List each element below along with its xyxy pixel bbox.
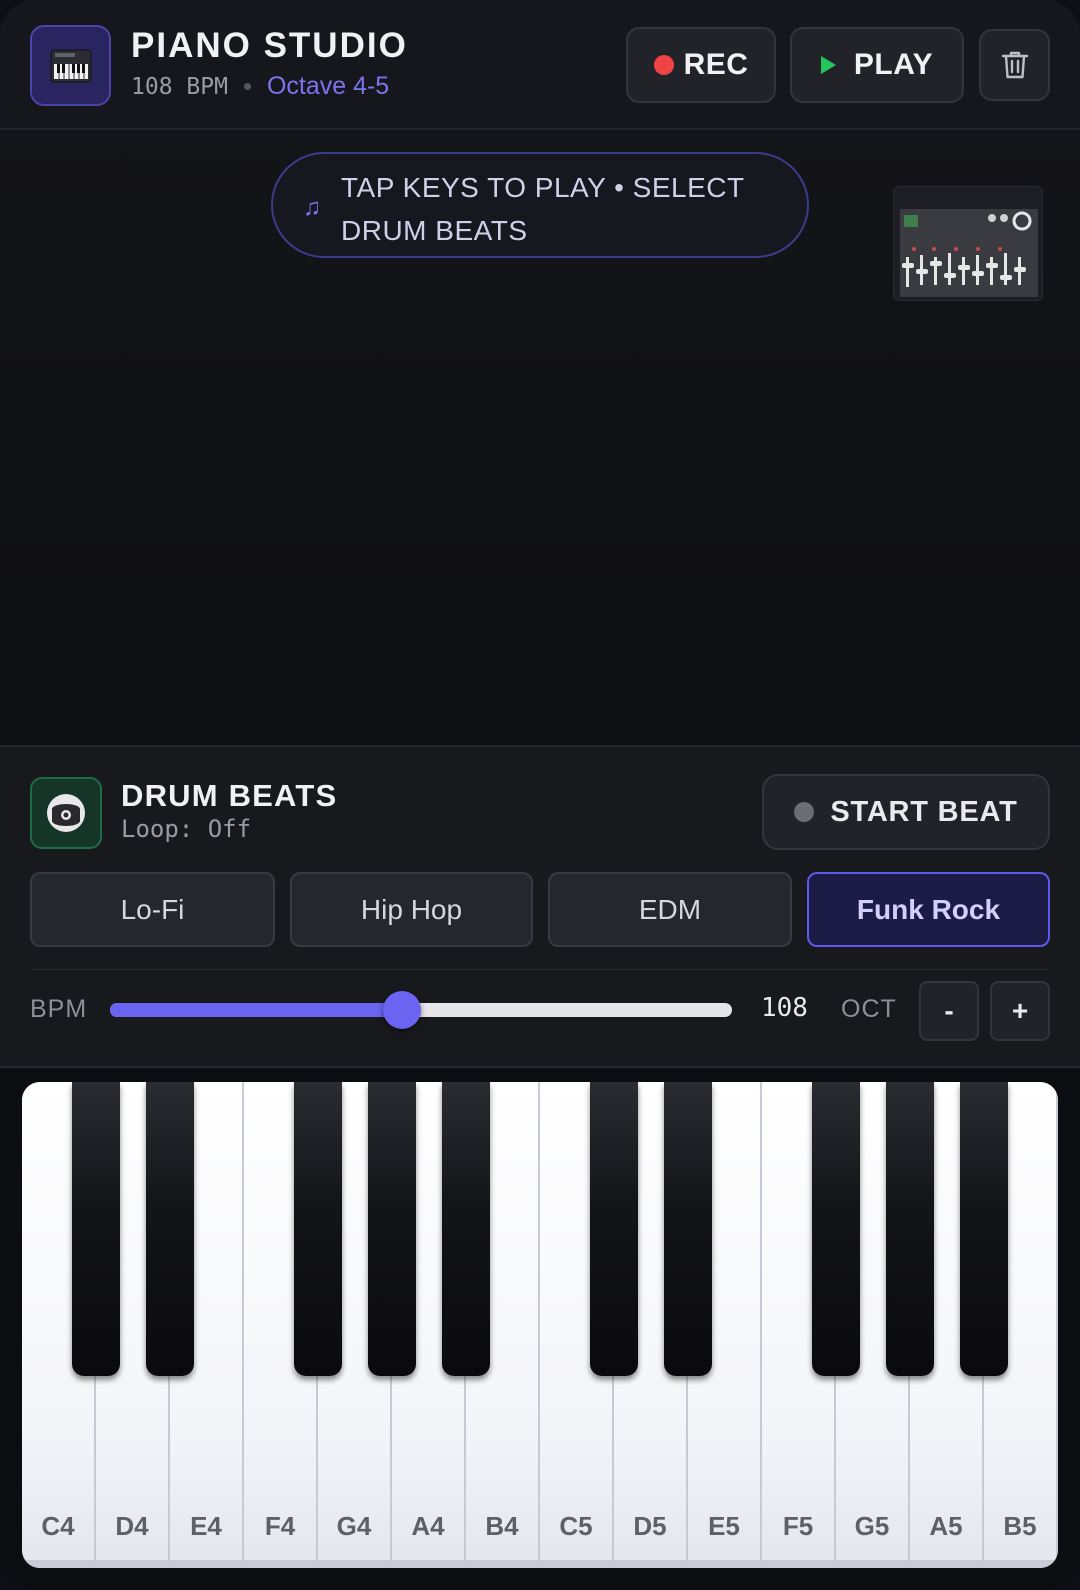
record-dot-icon bbox=[653, 55, 674, 75]
header: PIANO STUDIO 108 BPM Octave 4-5 REC PLAY bbox=[0, 0, 1080, 130]
bpm-slider-handle[interactable] bbox=[383, 991, 422, 1029]
preset-funk-rock[interactable]: Funk Rock bbox=[807, 872, 1050, 947]
black-key-dsharp4[interactable] bbox=[146, 1082, 194, 1376]
piano-app-icon bbox=[30, 25, 111, 106]
start-beat-label: START BEAT bbox=[830, 795, 1018, 828]
separator-dot bbox=[243, 83, 251, 90]
bpm-readout: 108 BPM bbox=[131, 73, 228, 100]
octave-up-button[interactable]: + bbox=[990, 981, 1050, 1041]
hint-pill: ♫ TAP KEYS TO PLAY • SELECT DRUM BEATS bbox=[271, 152, 809, 258]
black-key-fsharp4[interactable] bbox=[294, 1082, 342, 1376]
drum-icon bbox=[30, 777, 102, 849]
keyboard-area: C4 D4 E4 F4 G4 A4 B4 C5 D5 E5 F5 G5 A5 B5 bbox=[0, 1070, 1080, 1590]
black-key-gsharp5[interactable] bbox=[886, 1082, 934, 1376]
key-label: F5 bbox=[782, 1511, 814, 1541]
key-label: A5 bbox=[929, 1511, 963, 1541]
status-dot-icon bbox=[794, 802, 815, 822]
key-label: F4 bbox=[264, 1511, 296, 1541]
key-label: D4 bbox=[115, 1511, 149, 1541]
black-key-gsharp4[interactable] bbox=[368, 1082, 416, 1376]
play-button[interactable]: PLAY bbox=[790, 27, 964, 103]
music-note-icon: ♫ bbox=[303, 194, 321, 221]
divider bbox=[30, 969, 1050, 970]
drum-title: DRUM BEATS bbox=[121, 778, 338, 813]
play-label: PLAY bbox=[853, 48, 934, 81]
trash-icon bbox=[1001, 51, 1028, 79]
bpm-label: BPM bbox=[30, 995, 88, 1023]
bpm-value: 108 bbox=[761, 993, 808, 1023]
loop-status: Loop: Off bbox=[121, 815, 252, 843]
preset-lofi[interactable]: Lo-Fi bbox=[30, 872, 275, 947]
app-title: PIANO STUDIO bbox=[131, 26, 408, 65]
key-label: C4 bbox=[41, 1511, 75, 1541]
black-key-asharp5[interactable] bbox=[960, 1082, 1008, 1376]
black-key-dsharp5[interactable] bbox=[664, 1082, 712, 1376]
black-key-csharp4[interactable] bbox=[72, 1082, 120, 1376]
key-label: A4 bbox=[411, 1511, 445, 1541]
play-icon bbox=[820, 56, 836, 74]
key-label: G5 bbox=[854, 1511, 890, 1541]
octave-readout: Octave 4-5 bbox=[266, 72, 390, 100]
subtitle: 108 BPM Octave 4-5 bbox=[131, 72, 389, 101]
key-label: B5 bbox=[1003, 1511, 1037, 1541]
key-label: B4 bbox=[485, 1511, 519, 1541]
mixer-thumbnail[interactable] bbox=[893, 186, 1043, 301]
key-label: C5 bbox=[559, 1511, 593, 1541]
key-label: D5 bbox=[633, 1511, 667, 1541]
app: PIANO STUDIO 108 BPM Octave 4-5 REC PLAY… bbox=[0, 0, 1080, 1590]
preset-edm[interactable]: EDM bbox=[548, 872, 792, 947]
key-label: G4 bbox=[336, 1511, 372, 1541]
bpm-slider[interactable] bbox=[110, 991, 732, 1029]
hint-text: TAP KEYS TO PLAY • SELECT DRUM BEATS bbox=[341, 172, 745, 246]
black-key-csharp5[interactable] bbox=[590, 1082, 638, 1376]
preset-hip-hop[interactable]: Hip Hop bbox=[290, 872, 533, 947]
black-key-asharp4[interactable] bbox=[442, 1082, 490, 1376]
key-label: E5 bbox=[708, 1511, 740, 1541]
delete-button[interactable] bbox=[979, 29, 1050, 101]
visualizer-area: ♫ TAP KEYS TO PLAY • SELECT DRUM BEATS bbox=[0, 131, 1080, 745]
start-beat-button[interactable]: START BEAT bbox=[762, 774, 1050, 850]
piano-keyboard: C4 D4 E4 F4 G4 A4 B4 C5 D5 E5 F5 G5 A5 B5 bbox=[22, 1082, 1058, 1568]
octave-label: OCT bbox=[841, 995, 897, 1023]
record-button[interactable]: REC bbox=[626, 27, 776, 103]
drum-beats-panel: DRUM BEATS Loop: Off START BEAT Lo-Fi Hi… bbox=[0, 745, 1080, 1068]
key-label: E4 bbox=[190, 1511, 222, 1541]
bpm-slider-fill bbox=[110, 1003, 403, 1017]
octave-down-button[interactable]: - bbox=[919, 981, 979, 1041]
black-key-fsharp5[interactable] bbox=[812, 1082, 860, 1376]
record-label: REC bbox=[683, 48, 749, 81]
